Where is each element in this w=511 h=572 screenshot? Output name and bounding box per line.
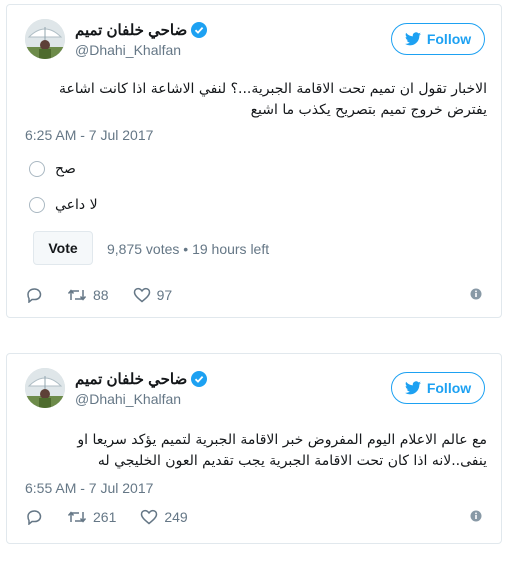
- retweet-count: 261: [93, 509, 117, 525]
- like-button[interactable]: 249: [140, 509, 188, 525]
- heart-icon: [133, 287, 150, 303]
- poll-option-label: صح: [55, 161, 76, 177]
- tweet-actions: 261 249: [25, 507, 483, 527]
- poll-option[interactable]: لا داعي: [29, 197, 98, 213]
- radio-button[interactable]: [29, 197, 45, 213]
- retweet-icon: [67, 289, 87, 301]
- poll-meta: 9,875 votes • 19 hours left: [107, 241, 270, 257]
- like-count: 97: [156, 287, 173, 303]
- tweet-text: مع عالم الاعلام اليوم المفروض خبر الاقام…: [77, 432, 487, 469]
- follow-button[interactable]: Follow: [391, 23, 485, 55]
- heart-icon: [141, 509, 158, 525]
- display-name-text: ضاحي خلفان تميم: [75, 371, 188, 388]
- follow-button[interactable]: Follow: [391, 372, 485, 404]
- verified-icon: [191, 22, 208, 38]
- handle[interactable]: @Dhahi_Khalfan: [75, 42, 181, 58]
- twitter-bird-icon: [404, 32, 421, 46]
- verified-icon: [191, 371, 208, 387]
- like-button[interactable]: 97: [133, 287, 173, 303]
- tweet-actions: 88 97: [25, 285, 483, 305]
- tweet-card: ضاحي خلفان تميم @Dhahi_Khalfan Follow ال…: [6, 4, 502, 318]
- vote-button[interactable]: Vote: [33, 231, 93, 265]
- tweet-card: ضاحي خلفان تميم @Dhahi_Khalfan Follow مع…: [6, 353, 502, 544]
- poll-option[interactable]: صح: [29, 161, 76, 177]
- poll-option-label: لا داعي: [55, 197, 98, 213]
- display-name[interactable]: ضاحي خلفان تميم: [75, 21, 208, 39]
- reply-icon: [27, 288, 42, 303]
- twitter-bird-icon: [404, 381, 421, 395]
- display-name-text: ضاحي خلفان تميم: [75, 22, 188, 39]
- tweet-text: الاخبار تقول ان تميم تحت الاقامة الجبرية…: [59, 81, 487, 118]
- retweet-icon: [67, 511, 87, 523]
- timestamp[interactable]: 6:55 AM - 7 Jul 2017: [25, 480, 153, 496]
- reply-button[interactable]: [25, 509, 43, 525]
- avatar[interactable]: [25, 19, 65, 59]
- avatar[interactable]: [25, 368, 65, 408]
- handle[interactable]: @Dhahi_Khalfan: [75, 391, 181, 407]
- like-count: 249: [164, 509, 188, 525]
- retweet-count: 88: [93, 287, 109, 303]
- display-name[interactable]: ضاحي خلفان تميم: [75, 370, 208, 388]
- follow-label: Follow: [426, 380, 472, 396]
- retweet-button[interactable]: 261: [67, 509, 116, 525]
- retweet-button[interactable]: 88: [67, 287, 109, 303]
- radio-button[interactable]: [29, 161, 45, 177]
- reply-icon: [27, 510, 42, 525]
- follow-label: Follow: [426, 31, 472, 47]
- timestamp[interactable]: 6:25 AM - 7 Jul 2017: [25, 127, 153, 143]
- info-icon[interactable]: [469, 509, 483, 528]
- info-icon[interactable]: [469, 287, 483, 306]
- reply-button[interactable]: [25, 287, 43, 303]
